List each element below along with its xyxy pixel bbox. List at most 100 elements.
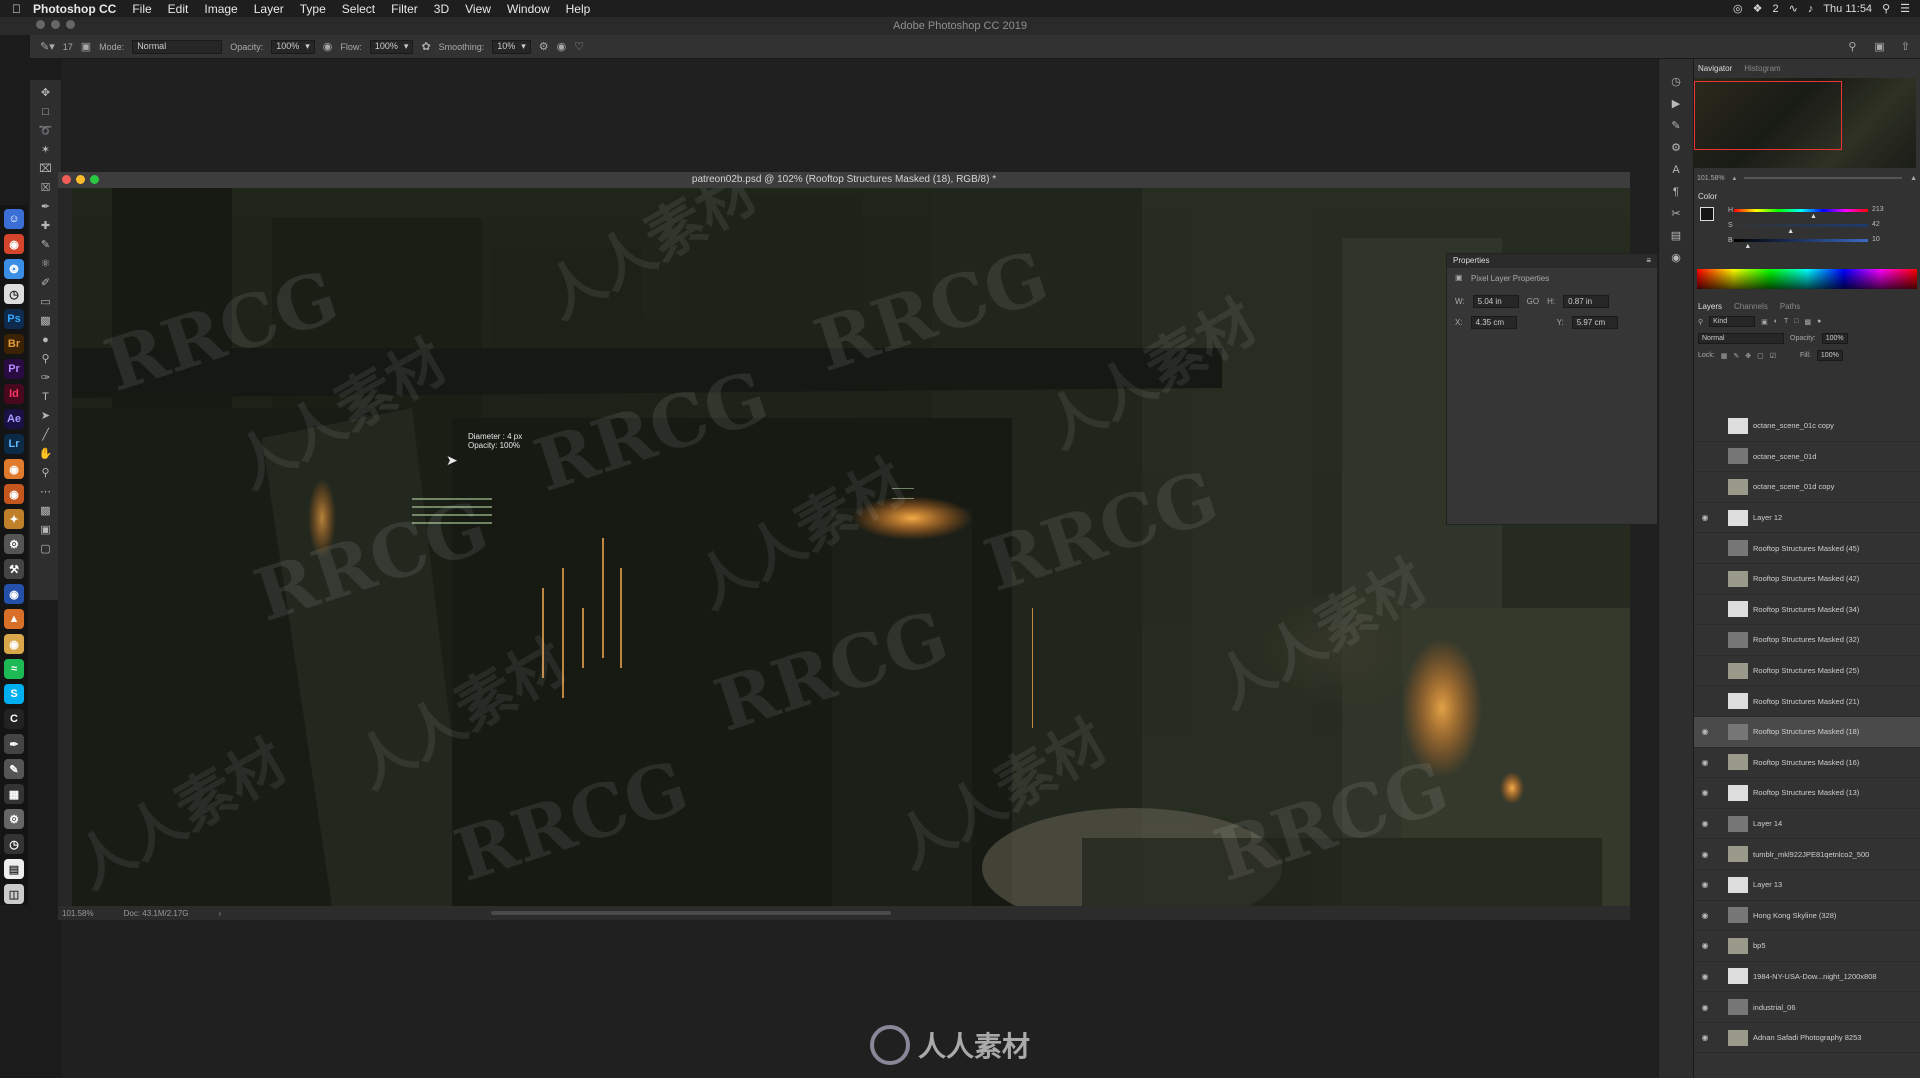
status-menu-icon[interactable]: ›: [219, 909, 222, 918]
layer-name[interactable]: Rooftop Structures Masked (34): [1753, 605, 1859, 614]
zoom-out-icon[interactable]: ▴: [1733, 174, 1737, 182]
line-tool-icon[interactable]: ╱: [38, 428, 54, 442]
menu-filter[interactable]: Filter: [391, 2, 418, 16]
notification-badge[interactable]: 2: [1772, 3, 1778, 15]
symmetry-icon[interactable]: ♡: [574, 40, 584, 53]
layer-opacity-field[interactable]: 100%: [1821, 333, 1848, 344]
layer-name[interactable]: 1984-NY-USA-Dow...night_1200x808: [1753, 972, 1877, 981]
layer-row[interactable]: Rooftop Structures Masked (45): [1694, 533, 1920, 564]
height-field[interactable]: 0.87 in: [1563, 295, 1610, 308]
layer-row[interactable]: Rooftop Structures Masked (42): [1694, 564, 1920, 595]
menu-help[interactable]: Help: [566, 2, 591, 16]
layer-thumbnail[interactable]: [1728, 754, 1748, 771]
visibility-eye-icon[interactable]: ◉: [1694, 513, 1716, 522]
app-icon-orange[interactable]: ◉: [4, 634, 24, 654]
brush-tool-icon[interactable]: ✎: [38, 238, 54, 252]
blend-mode-select[interactable]: Normal: [1698, 333, 1784, 344]
layer-row[interactable]: ◉ Layer 12: [1694, 503, 1920, 534]
h-value[interactable]: 213: [1872, 206, 1884, 213]
foreground-color-swatch[interactable]: [1700, 207, 1714, 221]
clone-stamp-tool-icon[interactable]: ⚛: [38, 257, 54, 271]
layer-row[interactable]: ◉ Layer 13: [1694, 870, 1920, 901]
filter-type-icon[interactable]: T: [1784, 318, 1788, 325]
airbrush-icon[interactable]: ✿: [421, 40, 430, 53]
app-icon-brush[interactable]: ✎: [4, 759, 24, 779]
s-value[interactable]: 42: [1872, 221, 1880, 228]
link-dimensions-button[interactable]: GO: [1527, 297, 1539, 306]
menu-layer[interactable]: Layer: [254, 2, 284, 16]
flow-field[interactable]: 100% ▾: [369, 39, 414, 54]
menu-window[interactable]: Window: [507, 2, 550, 16]
layer-thumbnail[interactable]: [1728, 815, 1748, 832]
x-field[interactable]: 4.35 cm: [1470, 316, 1517, 329]
zoom-in-icon[interactable]: ▲: [1910, 175, 1917, 182]
marquee-tool-icon[interactable]: □: [38, 105, 54, 119]
layer-row[interactable]: ◉ Hong Kong Skyline (328): [1694, 901, 1920, 932]
layer-thumbnail[interactable]: [1728, 448, 1748, 465]
visibility-eye-icon[interactable]: ◉: [1694, 941, 1716, 950]
layer-thumbnail[interactable]: [1728, 784, 1748, 801]
layer-thumbnail[interactable]: [1728, 570, 1748, 587]
layer-name[interactable]: tumblr_mkl922JPE81qetnlco2_500: [1753, 850, 1869, 859]
vlc-icon[interactable]: ▲: [4, 609, 24, 629]
safari-icon[interactable]: ❂: [4, 259, 24, 279]
photoshop-icon[interactable]: Ps: [4, 309, 24, 329]
layer-name[interactable]: octane_scene_01d: [1753, 452, 1816, 461]
layer-thumbnail[interactable]: [1728, 693, 1748, 710]
blender-icon[interactable]: ◉: [4, 459, 24, 479]
layer-thumbnail[interactable]: [1728, 601, 1748, 618]
layer-row[interactable]: Rooftop Structures Masked (34): [1694, 595, 1920, 626]
after-effects-icon[interactable]: Ae: [4, 409, 24, 429]
layer-filter-kind[interactable]: Kind: [1709, 316, 1756, 327]
h-slider[interactable]: [1734, 209, 1868, 212]
history-panel-icon[interactable]: ◷: [1668, 75, 1684, 89]
lock-position-icon[interactable]: ✥: [1745, 352, 1751, 360]
zoom-window-button[interactable]: [66, 20, 75, 29]
paragraph-panel-icon[interactable]: ¶: [1668, 185, 1684, 199]
layer-name[interactable]: Rooftop Structures Masked (42): [1753, 574, 1859, 583]
close-document-button[interactable]: [62, 175, 71, 184]
layer-name[interactable]: Adnan Safadi Photography 8253: [1753, 1033, 1861, 1042]
tab-histogram[interactable]: Histogram: [1744, 64, 1780, 73]
layer-name[interactable]: Rooftop Structures Masked (25): [1753, 666, 1859, 675]
crop-tool-icon[interactable]: ⌧: [38, 162, 54, 176]
color-swatches-icon[interactable]: ▩: [38, 504, 54, 518]
layer-name[interactable]: Layer 14: [1753, 819, 1782, 828]
lasso-tool-icon[interactable]: ➰: [38, 124, 54, 138]
layer-thumbnail[interactable]: [1728, 846, 1748, 863]
filter-shape-icon[interactable]: □: [1794, 318, 1798, 325]
b-slider[interactable]: [1734, 239, 1868, 242]
layer-row[interactable]: ◉ Adnan Safadi Photography 8253: [1694, 1023, 1920, 1054]
menu-file[interactable]: File: [132, 2, 151, 16]
skype-icon[interactable]: S: [4, 684, 24, 704]
pressure-size-icon[interactable]: ◉: [557, 40, 567, 53]
frame-tool-icon[interactable]: ☒: [38, 181, 54, 195]
menu-app-name[interactable]: Photoshop CC: [33, 2, 116, 16]
menu-type[interactable]: Type: [300, 2, 326, 16]
layer-name[interactable]: Rooftop Structures Masked (13): [1753, 788, 1859, 797]
close-window-button[interactable]: [36, 20, 45, 29]
finder-icon[interactable]: ☺: [4, 209, 24, 229]
workspace-icon[interactable]: ▣: [1874, 40, 1884, 53]
zoom-tool-icon[interactable]: ⚲: [38, 466, 54, 480]
eraser-tool-icon[interactable]: ▭: [38, 295, 54, 309]
app-icon-pen[interactable]: ✒: [4, 734, 24, 754]
zoom-document-button[interactable]: [90, 175, 99, 184]
lock-transparent-icon[interactable]: ▦: [1721, 352, 1728, 360]
layer-thumbnail[interactable]: [1728, 478, 1748, 495]
layer-name[interactable]: Rooftop Structures Masked (18): [1753, 727, 1859, 736]
layer-thumbnail[interactable]: [1728, 631, 1748, 648]
layer-name[interactable]: Rooftop Structures Masked (16): [1753, 758, 1859, 767]
layer-name[interactable]: Rooftop Structures Masked (45): [1753, 544, 1859, 553]
app-icon-brown[interactable]: ✦: [4, 509, 24, 529]
volume-icon[interactable]: ♪: [1808, 3, 1814, 15]
layer-row[interactable]: Rooftop Structures Masked (32): [1694, 625, 1920, 656]
color-spectrum-bar[interactable]: [1697, 269, 1917, 289]
lock-pixels-icon[interactable]: ✎: [1733, 352, 1739, 360]
layer-thumbnail[interactable]: [1728, 662, 1748, 679]
lightroom-icon[interactable]: Lr: [4, 434, 24, 454]
chrome-icon[interactable]: ◉: [4, 234, 24, 254]
libraries-panel-icon[interactable]: ◉: [1668, 251, 1684, 265]
apple-icon[interactable]: : [12, 2, 21, 16]
layer-thumbnail[interactable]: [1728, 417, 1748, 434]
